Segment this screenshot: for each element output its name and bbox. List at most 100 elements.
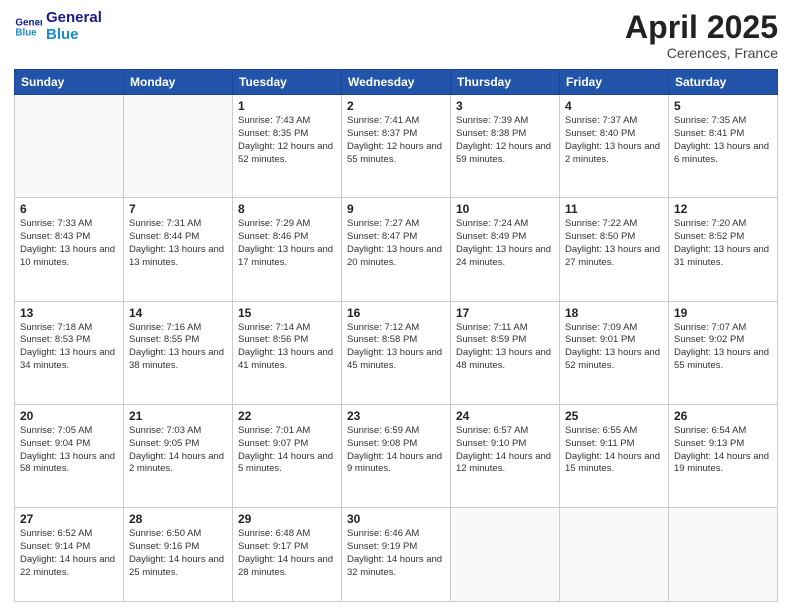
day-info: Sunrise: 6:48 AM Sunset: 9:17 PM Dayligh… <box>238 528 336 579</box>
table-cell: 26 Sunrise: 6:54 AM Sunset: 9:13 PM Dayli… <box>669 404 778 507</box>
table-cell: 15 Sunrise: 7:14 AM Sunset: 8:56 PM Dayli… <box>233 301 342 404</box>
day-number: 4 <box>565 99 663 113</box>
day-info: Sunrise: 7:12 AM Sunset: 8:58 PM Dayligh… <box>347 322 445 373</box>
table-cell: 9Sunrise: 7:27 AM Sunset: 8:47 PM Daylig… <box>342 198 451 301</box>
day-number: 27 <box>20 512 118 526</box>
day-number: 9 <box>347 202 445 216</box>
day-info: Sunrise: 6:54 AM Sunset: 9:13 PM Dayligh… <box>674 425 772 476</box>
day-info: Sunrise: 6:46 AM Sunset: 9:19 PM Dayligh… <box>347 528 445 579</box>
col-friday: Friday <box>560 70 669 95</box>
table-cell: 29 Sunrise: 6:48 AM Sunset: 9:17 PM Dayli… <box>233 508 342 602</box>
day-number: 8 <box>238 202 336 216</box>
day-info: Sunrise: 7:29 AM Sunset: 8:46 PM Dayligh… <box>238 218 336 269</box>
col-wednesday: Wednesday <box>342 70 451 95</box>
day-number: 1 <box>238 99 336 113</box>
logo: General Blue General Blue <box>14 10 102 43</box>
day-number: 12 <box>674 202 772 216</box>
day-info: Sunrise: 7:43 AM Sunset: 8:35 PM Dayligh… <box>238 115 336 166</box>
week-row-5: 27 Sunrise: 6:52 AM Sunset: 9:14 PM Dayli… <box>15 508 778 602</box>
table-cell: 10 Sunrise: 7:24 AM Sunset: 8:49 PM Dayli… <box>451 198 560 301</box>
day-info: Sunrise: 7:20 AM Sunset: 8:52 PM Dayligh… <box>674 218 772 269</box>
day-info: Sunrise: 7:39 AM Sunset: 8:38 PM Dayligh… <box>456 115 554 166</box>
col-thursday: Thursday <box>451 70 560 95</box>
day-info: Sunrise: 7:11 AM Sunset: 8:59 PM Dayligh… <box>456 322 554 373</box>
svg-text:Blue: Blue <box>15 27 37 38</box>
day-number: 24 <box>456 409 554 423</box>
day-number: 20 <box>20 409 118 423</box>
table-cell: 12 Sunrise: 7:20 AM Sunset: 8:52 PM Dayli… <box>669 198 778 301</box>
table-cell: 22Sunrise: 7:01 AM Sunset: 9:07 PM Dayli… <box>233 404 342 507</box>
day-info: Sunrise: 6:55 AM Sunset: 9:11 PM Dayligh… <box>565 425 663 476</box>
col-sunday: Sunday <box>15 70 124 95</box>
day-info: Sunrise: 6:50 AM Sunset: 9:16 PM Dayligh… <box>129 528 227 579</box>
table-cell: 20 Sunrise: 7:05 AM Sunset: 9:04 PM Dayli… <box>15 404 124 507</box>
table-cell <box>669 508 778 602</box>
day-info: Sunrise: 7:33 AM Sunset: 8:43 PM Dayligh… <box>20 218 118 269</box>
day-number: 10 <box>456 202 554 216</box>
table-cell: 24 Sunrise: 6:57 AM Sunset: 9:10 PM Dayli… <box>451 404 560 507</box>
table-cell: 13 Sunrise: 7:18 AM Sunset: 8:53 PM Dayli… <box>15 301 124 404</box>
day-number: 13 <box>20 306 118 320</box>
table-cell <box>124 95 233 198</box>
day-number: 17 <box>456 306 554 320</box>
table-cell: 1 Sunrise: 7:43 AM Sunset: 8:35 PM Daylig… <box>233 95 342 198</box>
day-info: Sunrise: 7:22 AM Sunset: 8:50 PM Dayligh… <box>565 218 663 269</box>
day-number: 3 <box>456 99 554 113</box>
week-row-3: 13 Sunrise: 7:18 AM Sunset: 8:53 PM Dayli… <box>15 301 778 404</box>
week-row-2: 6 Sunrise: 7:33 AM Sunset: 8:43 PM Daylig… <box>15 198 778 301</box>
day-info: Sunrise: 7:16 AM Sunset: 8:55 PM Dayligh… <box>129 322 227 373</box>
day-info: Sunrise: 7:35 AM Sunset: 8:41 PM Dayligh… <box>674 115 772 166</box>
table-cell: 28 Sunrise: 6:50 AM Sunset: 9:16 PM Dayli… <box>124 508 233 602</box>
day-number: 15 <box>238 306 336 320</box>
day-info: Sunrise: 7:01 AM Sunset: 9:07 PM Dayligh… <box>238 425 336 476</box>
day-number: 11 <box>565 202 663 216</box>
day-info: Sunrise: 6:52 AM Sunset: 9:14 PM Dayligh… <box>20 528 118 579</box>
day-info: Sunrise: 7:37 AM Sunset: 8:40 PM Dayligh… <box>565 115 663 166</box>
day-number: 25 <box>565 409 663 423</box>
table-cell: 25 Sunrise: 6:55 AM Sunset: 9:11 PM Dayli… <box>560 404 669 507</box>
day-number: 21 <box>129 409 227 423</box>
day-info: Sunrise: 6:57 AM Sunset: 9:10 PM Dayligh… <box>456 425 554 476</box>
day-number: 26 <box>674 409 772 423</box>
day-info: Sunrise: 7:14 AM Sunset: 8:56 PM Dayligh… <box>238 322 336 373</box>
table-cell: 17 Sunrise: 7:11 AM Sunset: 8:59 PM Dayli… <box>451 301 560 404</box>
day-number: 18 <box>565 306 663 320</box>
calendar-table: Sunday Monday Tuesday Wednesday Thursday… <box>14 69 778 602</box>
table-cell <box>15 95 124 198</box>
day-info: Sunrise: 7:18 AM Sunset: 8:53 PM Dayligh… <box>20 322 118 373</box>
day-number: 23 <box>347 409 445 423</box>
table-cell: 27 Sunrise: 6:52 AM Sunset: 9:14 PM Dayli… <box>15 508 124 602</box>
table-cell: 8 Sunrise: 7:29 AM Sunset: 8:46 PM Daylig… <box>233 198 342 301</box>
calendar-subtitle: Cerences, France <box>625 45 778 61</box>
col-saturday: Saturday <box>669 70 778 95</box>
day-number: 16 <box>347 306 445 320</box>
calendar-header-row: Sunday Monday Tuesday Wednesday Thursday… <box>15 70 778 95</box>
table-cell: 30Sunrise: 6:46 AM Sunset: 9:19 PM Dayli… <box>342 508 451 602</box>
day-info: Sunrise: 7:03 AM Sunset: 9:05 PM Dayligh… <box>129 425 227 476</box>
table-cell: 23 Sunrise: 6:59 AM Sunset: 9:08 PM Dayli… <box>342 404 451 507</box>
col-tuesday: Tuesday <box>233 70 342 95</box>
day-number: 28 <box>129 512 227 526</box>
table-cell: 11 Sunrise: 7:22 AM Sunset: 8:50 PM Dayli… <box>560 198 669 301</box>
title-block: April 2025 Cerences, France <box>625 10 778 61</box>
day-number: 29 <box>238 512 336 526</box>
table-cell: 6 Sunrise: 7:33 AM Sunset: 8:43 PM Daylig… <box>15 198 124 301</box>
table-cell: 4 Sunrise: 7:37 AM Sunset: 8:40 PM Daylig… <box>560 95 669 198</box>
table-cell: 16 Sunrise: 7:12 AM Sunset: 8:58 PM Dayli… <box>342 301 451 404</box>
day-info: Sunrise: 7:05 AM Sunset: 9:04 PM Dayligh… <box>20 425 118 476</box>
day-number: 7 <box>129 202 227 216</box>
day-number: 19 <box>674 306 772 320</box>
day-info: Sunrise: 7:09 AM Sunset: 9:01 PM Dayligh… <box>565 322 663 373</box>
table-cell: 7 Sunrise: 7:31 AM Sunset: 8:44 PM Daylig… <box>124 198 233 301</box>
day-number: 6 <box>20 202 118 216</box>
table-cell: 14 Sunrise: 7:16 AM Sunset: 8:55 PM Dayli… <box>124 301 233 404</box>
day-info: Sunrise: 7:07 AM Sunset: 9:02 PM Dayligh… <box>674 322 772 373</box>
day-number: 14 <box>129 306 227 320</box>
day-info: Sunrise: 7:31 AM Sunset: 8:44 PM Dayligh… <box>129 218 227 269</box>
table-cell: 21 Sunrise: 7:03 AM Sunset: 9:05 PM Dayli… <box>124 404 233 507</box>
day-info: Sunrise: 6:59 AM Sunset: 9:08 PM Dayligh… <box>347 425 445 476</box>
day-info: Sunrise: 7:24 AM Sunset: 8:49 PM Dayligh… <box>456 218 554 269</box>
day-number: 2 <box>347 99 445 113</box>
day-number: 5 <box>674 99 772 113</box>
table-cell: 2Sunrise: 7:41 AM Sunset: 8:37 PM Daylig… <box>342 95 451 198</box>
